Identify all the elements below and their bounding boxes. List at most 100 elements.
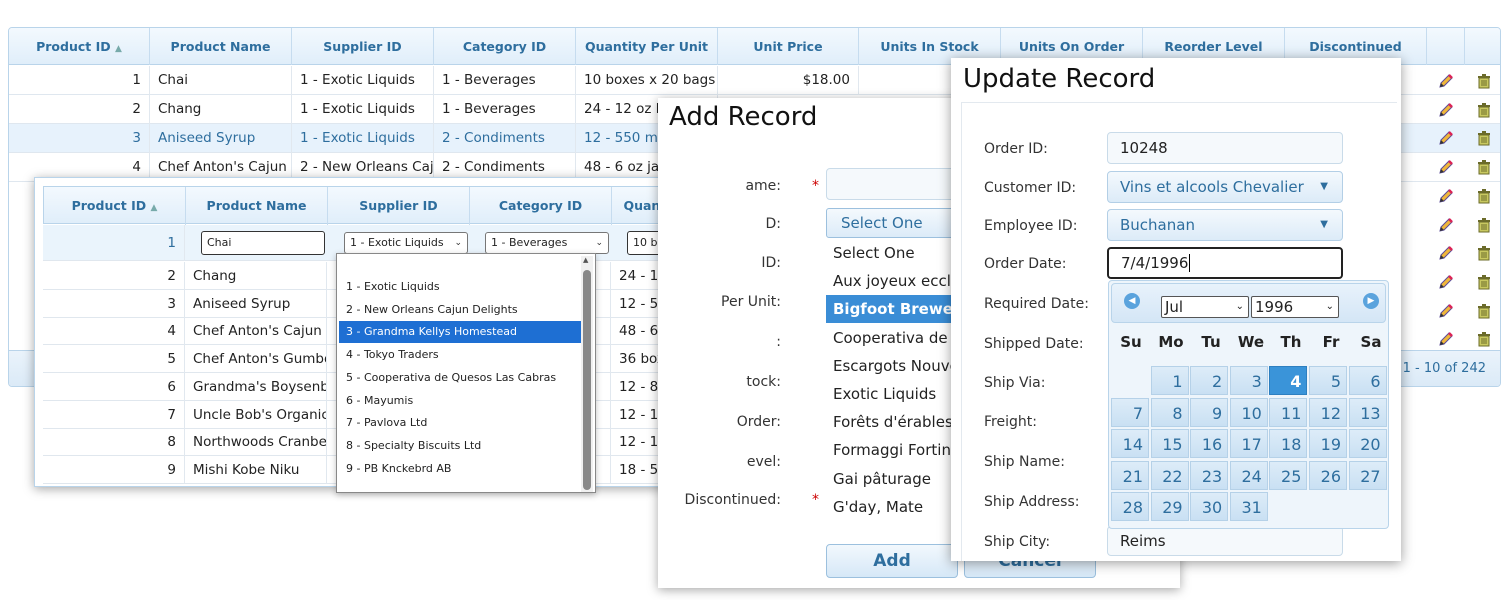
edit-pencil-icon[interactable] [1437,72,1455,90]
delete-icon[interactable] [1475,101,1493,119]
dropdown-option[interactable]: 8 - Specialty Biscuits Ltd [339,435,581,457]
list-option[interactable]: Forêts d'érables [826,408,956,436]
calendar-day-selected[interactable]: 4 [1269,366,1308,395]
supplier-dropdown-list[interactable]: 1 - Exotic Liquids 2 - New Orleans Cajun … [336,253,596,493]
dropdown-option[interactable]: 4 - Tokyo Traders [339,344,581,366]
scroll-up-icon[interactable]: ▲ [583,256,588,264]
list-option[interactable]: Bigfoot Breweri [826,295,956,324]
calendar-day[interactable]: 22 [1150,460,1189,490]
list-option[interactable]: Aux joyeux eccl [826,267,956,295]
col-category-id[interactable]: Category ID [470,187,612,225]
employee-select[interactable]: Buchanan ▼ [1107,209,1343,241]
calendar-day[interactable]: 27 [1348,460,1387,490]
list-option[interactable]: Escargots Nouve [826,352,956,380]
add-button[interactable]: Add [826,544,958,578]
edit-pencil-icon[interactable] [1437,244,1455,262]
delete-icon[interactable] [1475,273,1493,291]
calendar-day[interactable]: 24 [1229,460,1268,490]
calendar-day[interactable]: 21 [1111,460,1149,490]
calendar-day[interactable]: 18 [1269,429,1308,458]
edit-pencil-icon[interactable] [1437,330,1455,348]
order-date-input[interactable]: 7/4/1996 [1107,247,1343,279]
calendar-day[interactable]: 1 [1150,366,1189,395]
calendar-day[interactable]: 9 [1190,397,1229,427]
calendar-day[interactable]: 3 [1229,366,1268,395]
edit-pencil-icon[interactable] [1437,187,1455,205]
dropdown-option[interactable]: 7 - Pavlova Ltd [339,412,581,434]
edit-pencil-icon[interactable] [1437,158,1455,176]
dropdown-option[interactable]: 2 - New Orleans Cajun Delights [339,299,581,321]
product-name-input[interactable]: Chai [201,231,325,255]
calendar-day[interactable]: 29 [1150,492,1189,521]
supplier-select[interactable]: Select One [826,208,956,238]
calendar-day[interactable]: 11 [1269,397,1308,427]
scrollbar[interactable]: ▲ [581,256,593,492]
year-select[interactable]: 1996 ⌄ [1251,296,1339,318]
supplier-select[interactable]: 1 - Exotic Liquids ⌄ [344,232,468,254]
month-select[interactable]: Jul ⌄ [1161,296,1249,318]
calendar-day[interactable]: 8 [1150,397,1189,427]
calendar-day[interactable]: 14 [1111,429,1149,458]
calendar-day[interactable]: 30 [1190,492,1229,521]
ship-city-field[interactable]: Reims [1107,526,1343,556]
edit-pencil-icon[interactable] [1437,302,1455,320]
edit-pencil-icon[interactable] [1437,216,1455,234]
calendar-day[interactable]: 15 [1150,429,1189,458]
delete-icon[interactable] [1475,244,1493,262]
delete-icon[interactable] [1475,302,1493,320]
list-option[interactable]: Formaggi Fortin [826,436,956,464]
product-name-field[interactable] [826,168,956,200]
scrollbar-thumb[interactable] [583,270,591,490]
edit-pencil-icon[interactable] [1437,273,1455,291]
dropdown-option[interactable]: 9 - PB Knckebrd AB [339,458,581,480]
list-option[interactable]: Exotic Liquids [826,380,956,408]
calendar-day[interactable]: 31 [1229,492,1268,521]
col-product-name[interactable]: Product Name [186,187,328,225]
category-select[interactable]: 1 - Beverages ⌄ [485,232,609,254]
col-supplier-id[interactable]: Supplier ID [292,28,434,65]
delete-icon[interactable] [1475,129,1493,147]
calendar-day[interactable]: 7 [1111,397,1149,427]
col-supplier-id[interactable]: Supplier ID [328,187,470,225]
col-product-id[interactable]: Product ID ▲ [9,28,150,65]
prev-month-icon[interactable]: ◀ [1124,293,1140,309]
col-product-id[interactable]: Product ID ▲ [44,187,186,225]
calendar-day[interactable]: 23 [1190,460,1229,490]
calendar-day[interactable]: 10 [1229,397,1268,427]
delete-icon[interactable] [1475,216,1493,234]
delete-icon[interactable] [1475,72,1493,90]
list-option[interactable]: Select One [826,239,956,267]
dropdown-option[interactable]: 6 - Mayumis [339,390,581,412]
dropdown-option[interactable]: 1 - Exotic Liquids [339,276,581,298]
delete-icon[interactable] [1475,158,1493,176]
list-option[interactable]: G'day, Mate [826,493,956,521]
customer-select[interactable]: Vins et alcools Chevalier ▼ [1107,171,1343,203]
calendar-day[interactable]: 16 [1190,429,1229,458]
col-category-id[interactable]: Category ID [434,28,576,65]
next-month-icon[interactable]: ▶ [1363,293,1379,309]
calendar-day[interactable]: 19 [1309,429,1347,458]
delete-icon[interactable] [1475,330,1493,348]
order-id-field[interactable]: 10248 [1107,132,1343,164]
col-unit-price[interactable]: Unit Price [718,28,859,65]
edit-pencil-icon[interactable] [1437,129,1455,147]
calendar-day[interactable]: 2 [1190,366,1229,395]
calendar-day[interactable]: 12 [1309,397,1347,427]
list-option[interactable]: Cooperativa de [826,324,956,352]
calendar-day[interactable]: 28 [1111,492,1149,521]
col-quantity-per-unit[interactable]: Quantity Per Unit [576,28,718,65]
calendar-day[interactable]: 26 [1309,460,1347,490]
calendar-day[interactable]: 20 [1348,429,1387,458]
calendar-day[interactable]: 6 [1348,366,1387,395]
calendar-day[interactable]: 25 [1269,460,1308,490]
col-product-name[interactable]: Product Name [150,28,292,65]
edit-pencil-icon[interactable] [1437,101,1455,119]
calendar-day[interactable]: 5 [1309,366,1347,395]
dropdown-option[interactable]: 5 - Cooperativa de Quesos Las Cabras [339,367,581,389]
supplier-options-list[interactable]: Select One Aux joyeux eccl Bigfoot Breweri… [826,239,956,525]
list-option[interactable]: Gai pâturage [826,465,956,493]
calendar-day[interactable]: 17 [1229,429,1268,458]
calendar-day[interactable]: 13 [1348,397,1387,427]
dropdown-option[interactable]: 3 - Grandma Kellys Homestead [339,321,581,344]
delete-icon[interactable] [1475,187,1493,205]
